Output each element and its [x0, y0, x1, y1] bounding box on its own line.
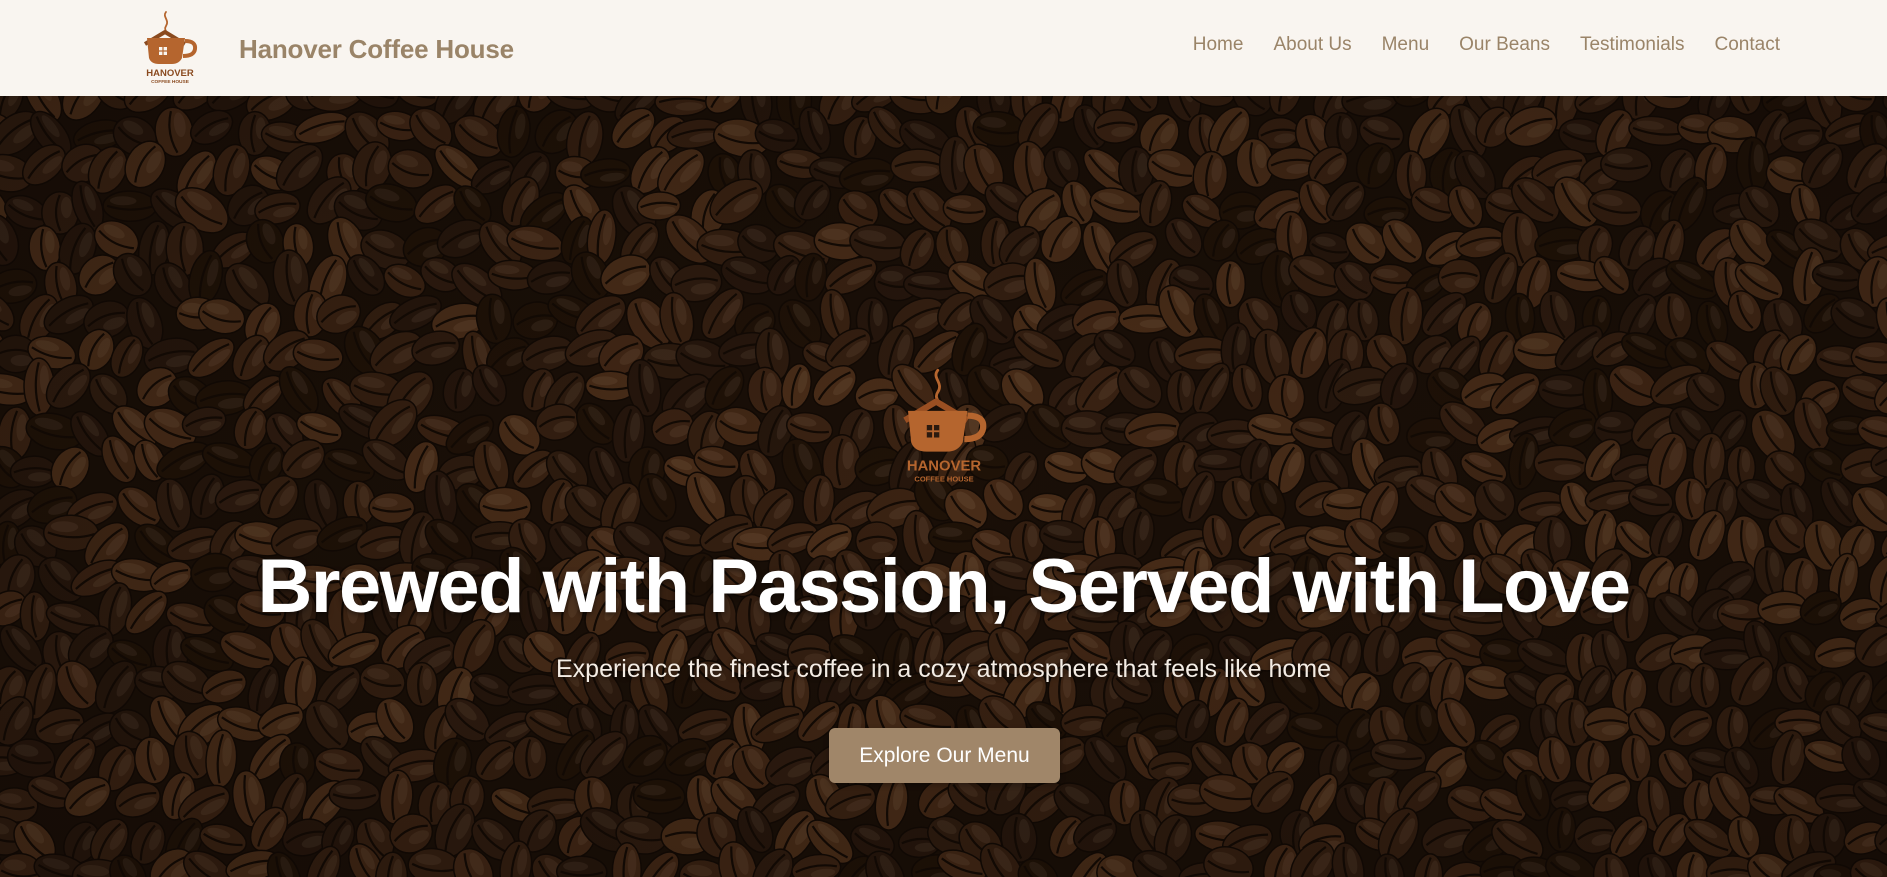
nav-link-testimonials[interactable]: Testimonials: [1580, 34, 1685, 56]
main-nav: Home About Us Menu Our Beans Testimonial…: [1163, 34, 1780, 56]
nav-link-home[interactable]: Home: [1193, 34, 1244, 56]
nav-link-about-us[interactable]: About Us: [1273, 34, 1351, 56]
brand[interactable]: HANOVER COFFEE HOUSE Hanover Coffee Hous…: [139, 8, 514, 86]
site-header: HANOVER COFFEE HOUSE Hanover Coffee Hous…: [0, 0, 1887, 96]
nav-link-menu[interactable]: Menu: [1382, 34, 1430, 56]
svg-text:COFFEE HOUSE: COFFEE HOUSE: [914, 474, 973, 483]
hero-subtitle: Experience the finest coffee in a cozy a…: [556, 655, 1331, 683]
hero-logo-icon: HANOVER COFFEE HOUSE: [903, 368, 987, 483]
svg-text:HANOVER: HANOVER: [907, 458, 982, 474]
svg-text:HANOVER: HANOVER: [146, 68, 194, 79]
nav-link-our-beans[interactable]: Our Beans: [1459, 34, 1550, 56]
brand-name[interactable]: Hanover Coffee House: [239, 34, 514, 65]
coffee-house-logo-icon[interactable]: HANOVER COFFEE HOUSE: [139, 8, 201, 86]
explore-menu-button[interactable]: Explore Our Menu: [829, 728, 1060, 783]
hero-title: Brewed with Passion, Served with Love: [257, 544, 1632, 629]
nav-link-contact[interactable]: Contact: [1715, 34, 1780, 56]
svg-text:COFFEE HOUSE: COFFEE HOUSE: [151, 79, 190, 85]
hero-section: HANOVER COFFEE HOUSE Brewed with Passion…: [0, 96, 1887, 877]
